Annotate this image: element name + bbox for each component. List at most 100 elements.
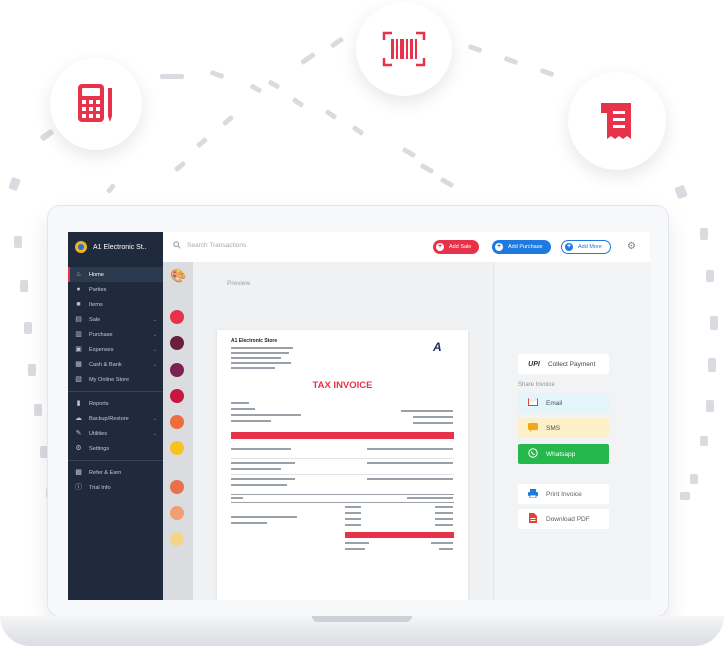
invoice-billto-line — [231, 402, 249, 404]
connector-dash — [503, 55, 519, 66]
chevron-down-icon: ⌄ — [152, 430, 157, 437]
invoice-paper: A1 Electronic Store A TAX INVOICE — [217, 330, 468, 600]
chevron-down-icon: ⌄ — [152, 346, 157, 353]
connector-dash — [539, 67, 555, 78]
sidebar-item-backup-restore[interactable]: ☁ Backup/Restore ⌄ — [68, 411, 163, 426]
cart-icon: ▥ — [75, 331, 82, 338]
invoice-summary-line — [435, 506, 453, 508]
theme-swatch[interactable] — [170, 415, 184, 429]
share-email-button[interactable]: Email — [518, 393, 609, 413]
sidebar-item-utilities[interactable]: ✎ Utilities ⌄ — [68, 426, 163, 441]
invoice-item-line — [231, 468, 281, 470]
connector-dash — [8, 176, 21, 192]
invoice-summary-line — [431, 542, 453, 544]
wrench-icon: ✎ — [75, 430, 82, 437]
share-invoice-label: Share Invoice — [518, 382, 555, 388]
add-more-button[interactable]: + Add More — [561, 240, 611, 254]
theme-swatch[interactable] — [170, 389, 184, 403]
sidebar-item-home[interactable]: ⌂ Home — [68, 267, 163, 282]
sidebar-item-online-store[interactable]: ▧ My Online Store — [68, 372, 163, 387]
chevron-down-icon: ⌄ — [152, 415, 157, 422]
invoice-item-line — [367, 448, 453, 450]
add-purchase-button[interactable]: + Add Purchase — [492, 240, 551, 254]
receipt-icon — [601, 103, 631, 139]
search-placeholder: Search Transactions — [187, 241, 247, 249]
connector-dash — [706, 400, 714, 412]
sidebar-item-cash-bank[interactable]: ▦ Cash & Bank ⌄ — [68, 357, 163, 372]
add-sale-button[interactable]: + Add Sale — [433, 240, 480, 254]
theme-swatch[interactable] — [170, 532, 184, 546]
calculator-icon — [78, 84, 112, 122]
sms-icon — [526, 422, 540, 434]
theme-swatch[interactable] — [170, 363, 184, 377]
settings-gear-icon[interactable]: ⚙ — [627, 241, 636, 252]
sidebar-item-refer-earn[interactable]: ▩ Refer & Earn — [68, 465, 163, 480]
search-icon — [173, 241, 181, 249]
invoice-item-line — [367, 462, 453, 464]
invoice-row-divider — [231, 502, 454, 503]
invoice-summary-line — [345, 518, 361, 520]
invoice-address-line — [231, 367, 275, 369]
invoice-summary-line — [439, 548, 453, 550]
invoice-item-line — [367, 478, 453, 480]
connector-dash — [20, 280, 28, 292]
app-window: A1 Electronic St.. ⌂ Home ● Parties ■ Items… — [68, 232, 650, 600]
sidebar-item-items[interactable]: ■ Items — [68, 297, 163, 312]
barcode-bubble — [356, 2, 452, 96]
plus-icon: + — [495, 243, 503, 251]
theme-swatch[interactable] — [170, 336, 184, 350]
sidebar-item-purchase[interactable]: ▥ Purchase ⌄ — [68, 327, 163, 342]
invoice-words-line — [231, 522, 267, 524]
connector-dash — [28, 364, 36, 376]
invoice-billto-line — [231, 420, 271, 422]
invoice-logo: A — [433, 340, 442, 354]
connector-dash — [710, 316, 718, 330]
print-invoice-button[interactable]: Print Invoice — [518, 484, 609, 504]
sidebar-divider — [68, 391, 163, 392]
theme-swatch[interactable] — [170, 441, 184, 455]
share-sms-button[interactable]: SMS — [518, 418, 609, 438]
sidebar-item-parties[interactable]: ● Parties — [68, 282, 163, 297]
connector-dash — [680, 492, 690, 500]
palette-icon[interactable]: 🎨 — [170, 268, 186, 284]
people-icon: ● — [76, 286, 81, 293]
preview-label: Preview — [227, 280, 251, 287]
calculator-bubble — [50, 58, 142, 150]
download-pdf-button[interactable]: Download PDF — [518, 509, 609, 529]
connector-dash — [708, 358, 716, 372]
gift-icon: ▩ — [75, 469, 82, 476]
connector-dash — [34, 404, 42, 416]
connector-dash — [291, 97, 305, 108]
invoice-address-line — [231, 347, 293, 349]
invoice-grand-total-bar — [345, 532, 454, 538]
connector-dash — [401, 146, 417, 159]
top-bar: Search Transactions + Add Sale + Add Purch… — [163, 232, 650, 263]
collect-payment-button[interactable]: UPI Collect Payment — [518, 354, 609, 374]
plus-icon: + — [436, 243, 444, 251]
company-switcher[interactable]: A1 Electronic St.. — [68, 232, 163, 262]
company-name: A1 Electronic St.. — [93, 243, 147, 251]
invoice-meta-line — [413, 416, 453, 418]
sidebar-item-trial-info[interactable]: ⓘ Trial Info — [68, 480, 163, 495]
invoice-billto-line — [231, 414, 301, 416]
sidebar-item-sale[interactable]: ▤ Sale ⌄ — [68, 312, 163, 327]
chevron-down-icon: ⌄ — [152, 361, 157, 368]
invoice-row-divider — [231, 494, 454, 495]
invoice-title: TAX INVOICE — [312, 380, 373, 391]
sidebar-item-reports[interactable]: ▮ Reports — [68, 396, 163, 411]
sidebar-item-settings[interactable]: ⚙ Settings — [68, 441, 163, 456]
theme-swatch[interactable] — [170, 506, 184, 520]
theme-swatch[interactable] — [170, 480, 184, 494]
invoice-billto-line — [231, 408, 255, 410]
share-whatsapp-button[interactable]: Whatsapp — [518, 444, 609, 464]
theme-swatch[interactable] — [170, 310, 184, 324]
sidebar: A1 Electronic St.. ⌂ Home ● Parties ■ Items… — [68, 232, 163, 600]
invoice-summary-line — [345, 512, 361, 514]
connector-dash — [351, 125, 365, 136]
connector-dash — [706, 270, 714, 282]
connector-dash — [419, 162, 435, 175]
invoice-summary-line — [345, 506, 361, 508]
gmail-icon — [526, 398, 540, 408]
search-input[interactable]: Search Transactions — [173, 241, 246, 249]
sidebar-item-expenses[interactable]: ▣ Expenses ⌄ — [68, 342, 163, 357]
